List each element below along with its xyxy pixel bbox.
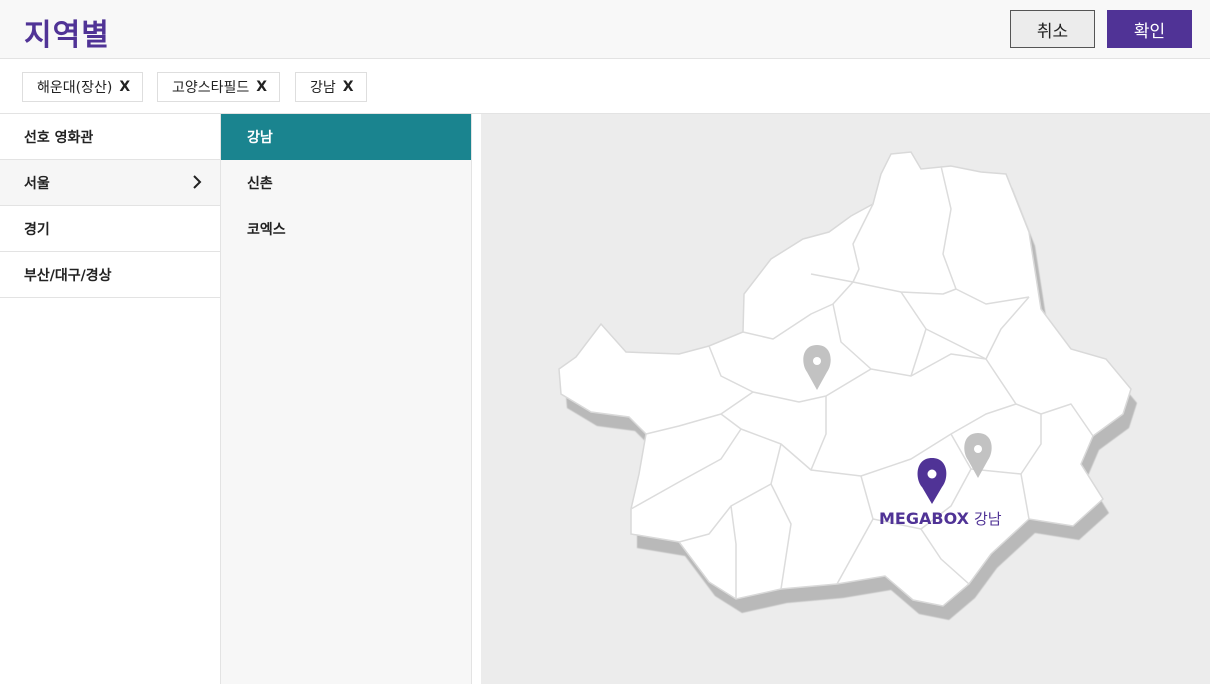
selected-theater-label: MEGABOX 강남	[879, 508, 1002, 529]
theater-item-gangnam[interactable]: 강남	[221, 114, 471, 160]
region-item-favorite[interactable]: 선호 영화관	[0, 114, 220, 160]
selected-chip: 해운대(장산) X	[22, 72, 144, 102]
cancel-button[interactable]: 취소	[1010, 10, 1095, 48]
region-label: 서울	[24, 175, 50, 192]
theater-item-sinchon[interactable]: 신촌	[221, 160, 471, 206]
selected-chip: 고양스타필드 X	[157, 72, 281, 102]
confirm-button[interactable]: 확인	[1107, 10, 1192, 48]
region-item-gyeonggi[interactable]: 경기	[0, 206, 220, 252]
seoul-district-map	[558, 151, 1137, 620]
region-label: 부산/대구/경상	[24, 267, 112, 284]
theater-item-coex[interactable]: 코엑스	[221, 206, 471, 252]
chip-remove-button[interactable]: X	[256, 79, 267, 95]
selected-theater-name: 강남	[973, 510, 1002, 528]
header: 지역별 취소 확인	[0, 0, 1210, 59]
chip-label: 고양스타필드	[172, 80, 250, 96]
region-list: 선호 영화관 서울 경기 부산/대구/경상	[0, 114, 221, 684]
chip-remove-button[interactable]: X	[343, 79, 354, 95]
chip-label: 강남	[310, 80, 336, 96]
theater-list: 강남 신촌 코엑스	[221, 114, 472, 684]
region-label: 선호 영화관	[24, 129, 94, 146]
region-item-busan-daegu-gyeongsang[interactable]: 부산/대구/경상	[0, 252, 220, 298]
selected-chips-bar: 해운대(장산) X 고양스타필드 X 강남 X	[0, 59, 1210, 114]
page-title: 지역별	[24, 18, 110, 53]
selected-chip: 강남 X	[295, 72, 367, 102]
chip-remove-button[interactable]: X	[119, 79, 130, 95]
chip-label: 해운대(장산)	[37, 80, 113, 96]
megabox-logo: MEGABOX	[879, 509, 969, 528]
region-label: 경기	[24, 221, 50, 238]
region-item-seoul[interactable]: 서울	[0, 160, 220, 206]
chevron-right-icon	[193, 175, 202, 189]
seoul-map: MEGABOX 강남	[481, 114, 1210, 684]
